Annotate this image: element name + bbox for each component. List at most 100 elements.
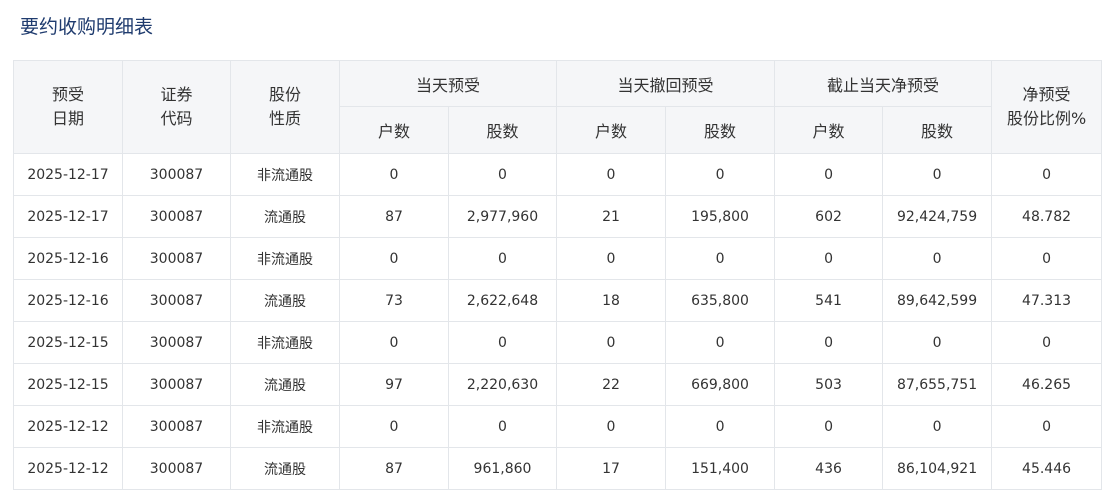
cell-net-shares: 0 <box>882 237 993 280</box>
cell-today-accept-households: 0 <box>339 237 449 280</box>
cell-nature: 非流通股 <box>230 153 340 196</box>
cell-code: 300087 <box>122 363 231 406</box>
header-sub-households: 户数 <box>556 106 667 154</box>
cell-today-withdraw-households: 0 <box>556 237 667 280</box>
cell-net-households: 0 <box>774 405 884 448</box>
cell-code: 300087 <box>122 279 231 322</box>
cell-net-shares: 0 <box>882 153 993 196</box>
page-title: 要约收购明细表 <box>20 16 154 38</box>
cell-today-withdraw-shares: 669,800 <box>665 363 776 406</box>
cell-net-shares: 0 <box>882 321 993 364</box>
cell-code: 300087 <box>122 195 231 238</box>
table-row: 2025-12-12 300087 非流通股 0 0 0 0 0 0 0 <box>13 405 1103 448</box>
cell-today-withdraw-shares: 0 <box>665 405 776 448</box>
cell-today-withdraw-households: 0 <box>556 405 667 448</box>
cell-today-accept-households: 0 <box>339 153 449 196</box>
cell-today-accept-shares: 2,977,960 <box>447 195 558 238</box>
cell-today-withdraw-households: 18 <box>556 279 667 322</box>
cell-code: 300087 <box>122 153 231 196</box>
cell-today-withdraw-shares: 0 <box>665 153 776 196</box>
cell-net-ratio: 45.446 <box>991 447 1103 490</box>
header-sub-households: 户数 <box>339 106 449 154</box>
cell-net-shares: 86,104,921 <box>882 447 993 490</box>
tender-offer-detail-table-container: 预受 日期 证券 代码 股份 性质 当天预受 当天撤回预受 截止当天净预受 净预… <box>13 60 1103 490</box>
cell-today-withdraw-households: 21 <box>556 195 667 238</box>
table-row: 2025-12-15 300087 非流通股 0 0 0 0 0 0 0 <box>13 321 1103 364</box>
cell-nature: 非流通股 <box>230 237 340 280</box>
cell-net-households: 0 <box>774 237 884 280</box>
header-sub-shares: 股数 <box>665 106 776 154</box>
cell-today-accept-shares: 2,220,630 <box>447 363 558 406</box>
tender-offer-detail-table: 预受 日期 证券 代码 股份 性质 当天预受 当天撤回预受 截止当天净预受 净预… <box>13 60 1103 490</box>
cell-today-accept-households: 0 <box>339 321 449 364</box>
header-ratio: 净预受 股份比例% <box>991 60 1103 154</box>
cell-net-households: 436 <box>774 447 884 490</box>
cell-today-withdraw-households: 22 <box>556 363 667 406</box>
cell-net-shares: 89,642,599 <box>882 279 993 322</box>
cell-code: 300087 <box>122 447 231 490</box>
header-ratio-line2: 股份比例% <box>1006 109 1087 128</box>
table-row: 2025-12-16 300087 非流通股 0 0 0 0 0 0 0 <box>13 237 1103 280</box>
cell-nature: 非流通股 <box>230 405 340 448</box>
cell-net-ratio: 48.782 <box>991 195 1103 238</box>
cell-today-accept-shares: 0 <box>447 237 558 280</box>
table-row: 2025-12-17 300087 流通股 87 2,977,960 21 195,800 6… <box>13 195 1103 238</box>
cell-net-households: 503 <box>774 363 884 406</box>
cell-today-accept-shares: 961,860 <box>447 447 558 490</box>
header-nature: 股份 性质 <box>230 60 340 154</box>
header-sub-households: 户数 <box>774 106 884 154</box>
cell-code: 300087 <box>122 237 231 280</box>
cell-date: 2025-12-16 <box>13 237 123 280</box>
cell-net-ratio: 46.265 <box>991 363 1103 406</box>
table-header: 预受 日期 证券 代码 股份 性质 当天预受 当天撤回预受 截止当天净预受 净预… <box>13 60 1103 154</box>
cell-nature: 流通股 <box>230 195 340 238</box>
table-row: 2025-12-12 300087 流通股 87 961,860 17 151,400 436… <box>13 447 1103 490</box>
cell-net-ratio: 0 <box>991 321 1103 364</box>
cell-code: 300087 <box>122 321 231 364</box>
cell-net-households: 0 <box>774 153 884 196</box>
cell-date: 2025-12-17 <box>13 153 123 196</box>
header-date-line1: 预受 <box>51 85 84 104</box>
header-nature-line1: 股份 <box>268 85 301 104</box>
cell-net-shares: 0 <box>882 405 993 448</box>
header-group-net: 截止当天净预受 <box>774 60 993 107</box>
cell-date: 2025-12-15 <box>13 321 123 364</box>
cell-net-ratio: 47.313 <box>991 279 1103 322</box>
cell-today-withdraw-households: 0 <box>556 153 667 196</box>
cell-date: 2025-12-12 <box>13 447 123 490</box>
header-ratio-line1: 净预受 <box>1022 85 1071 104</box>
header-date: 预受 日期 <box>13 60 123 154</box>
cell-net-households: 541 <box>774 279 884 322</box>
cell-today-withdraw-shares: 195,800 <box>665 195 776 238</box>
cell-today-withdraw-shares: 635,800 <box>665 279 776 322</box>
cell-today-accept-households: 73 <box>339 279 449 322</box>
header-code: 证券 代码 <box>122 60 231 154</box>
cell-code: 300087 <box>122 405 231 448</box>
cell-today-accept-households: 0 <box>339 405 449 448</box>
header-sub-shares: 股数 <box>447 106 558 154</box>
table-row: 2025-12-16 300087 流通股 73 2,622,648 18 635,800 5… <box>13 279 1103 322</box>
table-row: 2025-12-17 300087 非流通股 0 0 0 0 0 0 0 <box>13 153 1103 196</box>
cell-net-households: 602 <box>774 195 884 238</box>
header-code-line1: 证券 <box>160 85 193 104</box>
cell-today-withdraw-shares: 0 <box>665 237 776 280</box>
header-group-today-accept: 当天预受 <box>338 60 558 107</box>
cell-date: 2025-12-16 <box>13 279 123 322</box>
cell-nature: 流通股 <box>230 447 340 490</box>
cell-today-withdraw-households: 0 <box>556 321 667 364</box>
cell-today-accept-households: 87 <box>339 447 449 490</box>
cell-net-households: 0 <box>774 321 884 364</box>
cell-today-accept-shares: 0 <box>447 321 558 364</box>
cell-today-accept-households: 87 <box>339 195 449 238</box>
header-code-line2: 代码 <box>160 109 193 128</box>
cell-nature: 流通股 <box>230 279 340 322</box>
cell-today-withdraw-shares: 151,400 <box>665 447 776 490</box>
header-row-top: 预受 日期 证券 代码 股份 性质 当天预受 当天撤回预受 截止当天净预受 净预… <box>13 60 1103 154</box>
cell-net-ratio: 0 <box>991 237 1103 280</box>
cell-net-shares: 92,424,759 <box>882 195 993 238</box>
cell-today-accept-households: 97 <box>339 363 449 406</box>
header-sub-shares: 股数 <box>882 106 993 154</box>
cell-today-accept-shares: 2,622,648 <box>447 279 558 322</box>
cell-today-accept-shares: 0 <box>447 153 558 196</box>
cell-date: 2025-12-17 <box>13 195 123 238</box>
